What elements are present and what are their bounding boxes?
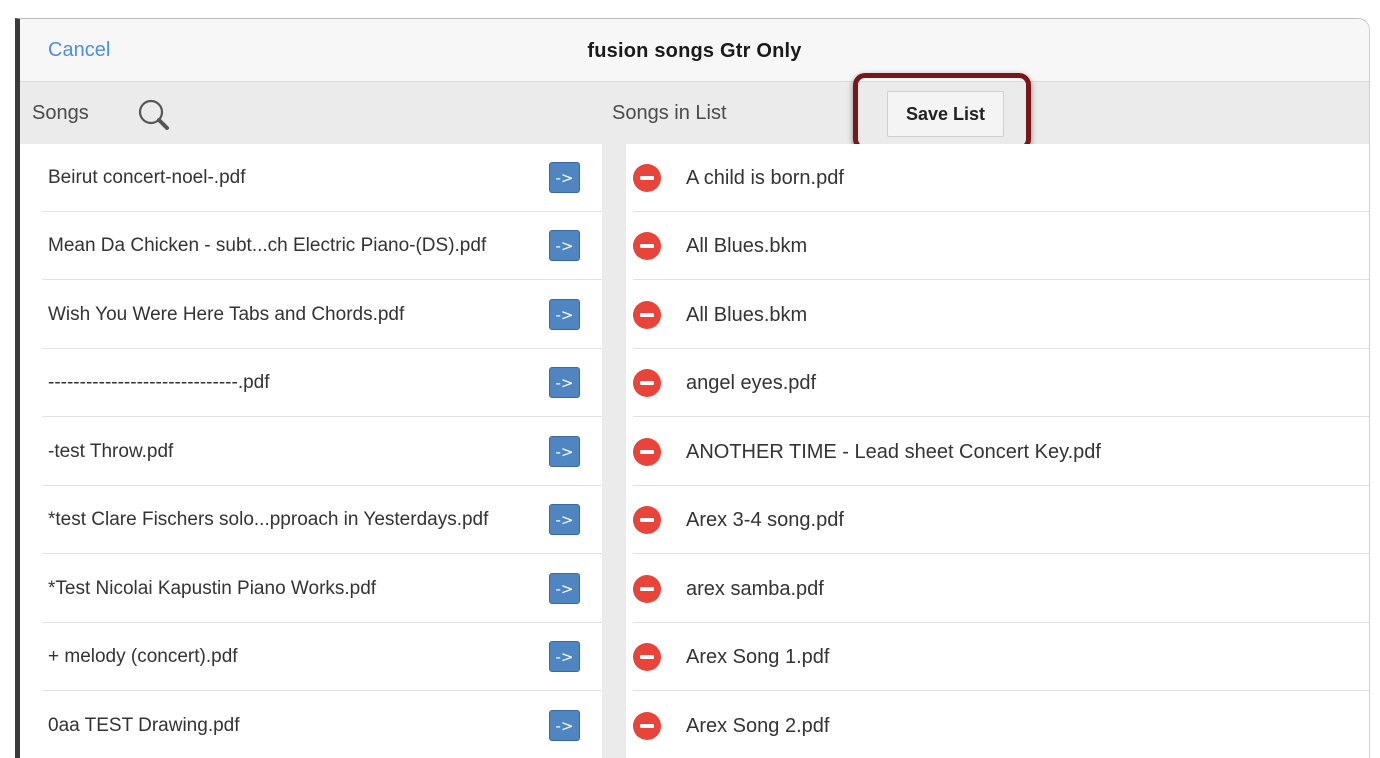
minus-circle-icon[interactable] bbox=[633, 575, 661, 603]
list-item[interactable]: arex samba.pdf bbox=[633, 555, 1369, 623]
minus-circle-icon[interactable] bbox=[633, 164, 661, 192]
song-name: Beirut concert-noel-.pdf bbox=[48, 167, 246, 188]
list-item[interactable]: Wish You Were Here Tabs and Chords.pdf -… bbox=[42, 281, 602, 349]
page-background bbox=[0, 0, 1380, 12]
song-name: ANOTHER TIME - Lead sheet Concert Key.pd… bbox=[686, 441, 1101, 463]
song-name: *test Clare Fischers solo...pproach in Y… bbox=[48, 509, 489, 530]
song-name: Mean Da Chicken - subt...ch Electric Pia… bbox=[48, 235, 487, 256]
list-item[interactable]: Beirut concert-noel-.pdf -> bbox=[42, 144, 602, 212]
song-name: Arex Song 1.pdf bbox=[686, 646, 830, 668]
add-to-list-button[interactable]: -> bbox=[549, 230, 580, 261]
list-header-bar: Songs Songs in List Save List bbox=[20, 73, 1369, 151]
song-name: + melody (concert).pdf bbox=[48, 646, 238, 667]
minus-circle-icon[interactable] bbox=[633, 506, 661, 534]
minus-circle-icon[interactable] bbox=[633, 438, 661, 466]
list-item[interactable]: 0aa TEST Drawing.pdf -> bbox=[42, 692, 602, 758]
minus-circle-icon[interactable] bbox=[633, 232, 661, 260]
song-name: 0aa TEST Drawing.pdf bbox=[48, 715, 240, 736]
dialog-title: fusion songs Gtr Only bbox=[587, 40, 802, 62]
add-to-list-button[interactable]: -> bbox=[549, 162, 580, 193]
list-item[interactable]: Arex 3-4 song.pdf bbox=[633, 486, 1369, 554]
list-item[interactable]: Arex Song 2.pdf bbox=[633, 692, 1369, 758]
edit-setlist-dialog: Cancel fusion songs Gtr Only Songs Songs… bbox=[15, 18, 1370, 758]
add-to-list-button[interactable]: -> bbox=[549, 573, 580, 604]
add-to-list-button[interactable]: -> bbox=[549, 367, 580, 398]
list-item[interactable]: -test Throw.pdf -> bbox=[42, 418, 602, 486]
list-item[interactable]: ANOTHER TIME - Lead sheet Concert Key.pd… bbox=[633, 418, 1369, 486]
songs-in-list-label: Songs in List bbox=[612, 102, 727, 124]
add-to-list-button[interactable]: -> bbox=[549, 436, 580, 467]
title-bar: Cancel fusion songs Gtr Only bbox=[20, 19, 1369, 82]
list-item[interactable]: angel eyes.pdf bbox=[633, 349, 1369, 417]
song-name: angel eyes.pdf bbox=[686, 372, 817, 394]
song-name: -test Throw.pdf bbox=[48, 441, 174, 462]
column-divider bbox=[602, 144, 626, 758]
list-item[interactable]: All Blues.bkm bbox=[633, 281, 1369, 349]
add-to-list-button[interactable]: -> bbox=[549, 299, 580, 330]
list-item[interactable]: Mean Da Chicken - subt...ch Electric Pia… bbox=[42, 212, 602, 280]
list-item[interactable]: A child is born.pdf bbox=[633, 144, 1369, 212]
song-name: *Test Nicolai Kapustin Piano Works.pdf bbox=[48, 578, 377, 599]
song-name: All Blues.bkm bbox=[686, 304, 808, 326]
available-songs-list: Beirut concert-noel-.pdf -> Mean Da Chic… bbox=[20, 144, 602, 758]
add-to-list-button[interactable]: -> bbox=[549, 710, 580, 741]
list-item[interactable]: *test Clare Fischers solo...pproach in Y… bbox=[42, 486, 602, 554]
list-item[interactable]: All Blues.bkm bbox=[633, 212, 1369, 280]
list-item[interactable]: + melody (concert).pdf -> bbox=[42, 623, 602, 691]
add-to-list-button[interactable]: -> bbox=[549, 641, 580, 672]
song-name: Arex 3-4 song.pdf bbox=[686, 509, 844, 531]
song-name: ------------------------------.pdf bbox=[48, 372, 270, 393]
minus-circle-icon[interactable] bbox=[633, 643, 661, 671]
add-to-list-button[interactable]: -> bbox=[549, 504, 580, 535]
song-name: arex samba.pdf bbox=[686, 578, 824, 600]
list-item[interactable]: ------------------------------.pdf -> bbox=[42, 349, 602, 417]
list-item[interactable]: Arex Song 1.pdf bbox=[633, 623, 1369, 691]
song-name: All Blues.bkm bbox=[686, 235, 808, 257]
save-list-button[interactable]: Save List bbox=[887, 91, 1004, 137]
minus-circle-icon[interactable] bbox=[633, 369, 661, 397]
song-name: A child is born.pdf bbox=[686, 167, 844, 189]
songs-in-list: A child is born.pdf All Blues.bkm All Bl… bbox=[626, 144, 1369, 758]
search-icon[interactable] bbox=[135, 96, 173, 134]
list-item[interactable]: *Test Nicolai Kapustin Piano Works.pdf -… bbox=[42, 555, 602, 623]
minus-circle-icon[interactable] bbox=[633, 301, 661, 329]
song-name: Arex Song 2.pdf bbox=[686, 715, 830, 737]
songs-label: Songs bbox=[32, 102, 89, 124]
song-name: Wish You Were Here Tabs and Chords.pdf bbox=[48, 304, 405, 325]
